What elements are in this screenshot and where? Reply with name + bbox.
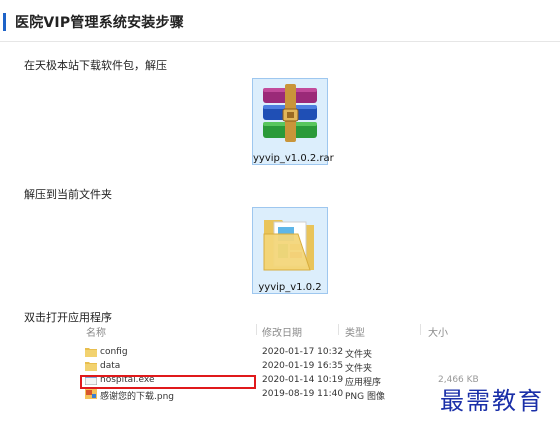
step-extract-label: 解压到当前文件夹 [24,188,112,201]
file-name: 感谢您的下载.png [100,392,174,402]
folder-name: yyvip_v1.0.2 [258,282,322,293]
extracted-folder-tile[interactable]: yyvip_v1.0.2 [252,207,328,294]
file-date: 2020-01-19 16:35 [262,361,344,371]
winrar-archive-icon [263,84,317,142]
watermark-logo: 最需教育 [440,387,544,415]
file-date: 2020-01-14 10:19 [262,375,344,385]
column-header-row: 名称 修改日期 类型 大小 [78,324,514,339]
table-row[interactable]: config 2020-01-17 10:32 文件夹 [78,346,514,360]
header-accent-bar [3,13,6,31]
folder-icon [85,348,97,357]
page-title: 医院VIP管理系统安装步骤 [15,15,184,31]
file-name: config [100,347,128,357]
archive-filename: yyvip_v1.0.2.rar [253,153,334,164]
archive-file-tile[interactable]: yyvip_v1.0.2.rar [252,78,334,165]
png-icon [85,389,97,399]
column-header-date[interactable]: 修改日期 [262,324,302,339]
exe-highlight-box [80,375,256,389]
step-run-label: 双击打开应用程序 [24,311,112,324]
step-download-label: 在天极本站下载软件包，解压 [24,59,167,72]
file-type: 文件夹 [345,364,373,374]
file-date: 2019-08-19 11:40 [262,389,344,399]
folder-icon [263,220,314,271]
column-header-size[interactable]: 大小 [428,324,448,339]
column-header-name[interactable]: 名称 [86,324,106,339]
folder-icon [85,362,97,371]
column-header-type[interactable]: 类型 [345,324,365,339]
file-type: PNG 图像 [345,392,385,402]
section-header: 医院VIP管理系统安装步骤 [0,0,560,42]
file-date: 2020-01-17 10:32 [262,347,344,357]
table-row[interactable]: data 2020-01-19 16:35 文件夹 [78,360,514,374]
file-type: 文件夹 [345,350,373,360]
file-type: 应用程序 [345,378,382,388]
file-name: data [100,361,121,371]
